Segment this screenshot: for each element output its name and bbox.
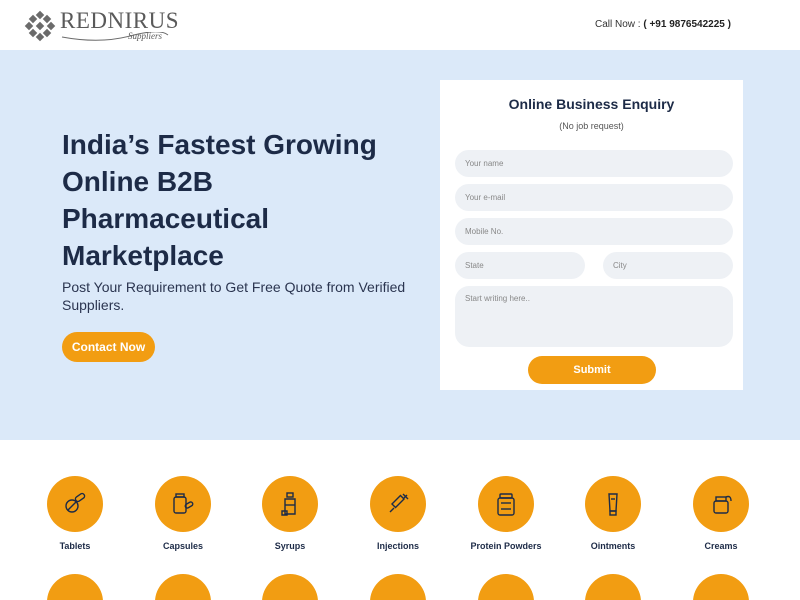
category-icon	[47, 574, 103, 600]
category-capsules[interactable]: Capsules	[143, 476, 223, 551]
contact-now-button[interactable]: Contact Now	[62, 332, 155, 362]
protein-powder-icon	[478, 476, 534, 532]
category-icon	[478, 574, 534, 600]
logo-mark-icon	[24, 10, 56, 42]
call-now[interactable]: Call Now : ( +91 9876542225 )	[595, 19, 731, 30]
hero-title: India’s Fastest Growing Online B2B Pharm…	[62, 129, 377, 271]
syrups-icon	[262, 476, 318, 532]
state-input[interactable]: State	[455, 252, 585, 279]
category-item[interactable]	[681, 574, 761, 600]
enquiry-form: Online Business Enquiry (No job request)…	[440, 80, 743, 390]
hero-subtitle: Post Your Requirement to Get Free Quote …	[62, 279, 406, 313]
mobile-input[interactable]: Mobile No.	[455, 218, 733, 245]
category-item[interactable]	[573, 574, 653, 600]
category-label: Tablets	[59, 541, 91, 551]
injections-icon	[370, 476, 426, 532]
category-item[interactable]	[250, 574, 330, 600]
category-icon	[585, 574, 641, 600]
hero-section: India’s Fastest Growing Online B2B Pharm…	[0, 50, 800, 440]
tablets-icon	[47, 476, 103, 532]
category-label: Syrups	[274, 541, 306, 551]
category-icon	[262, 574, 318, 600]
category-item[interactable]	[358, 574, 438, 600]
category-label: Injections	[376, 541, 419, 551]
category-label: Capsules	[162, 541, 204, 551]
category-tablets[interactable]: Tablets	[35, 476, 115, 551]
category-syrups[interactable]: Syrups	[250, 476, 330, 551]
category-item[interactable]	[143, 574, 223, 600]
city-input[interactable]: City	[603, 252, 733, 279]
submit-button[interactable]: Submit	[528, 356, 656, 384]
form-note: (No job request)	[559, 121, 624, 131]
call-number[interactable]: ( +91 9876542225 )	[643, 19, 731, 30]
logo-subtext: Suppliers	[128, 31, 163, 41]
category-item[interactable]	[466, 574, 546, 600]
category-label: Ointments	[590, 541, 636, 551]
category-item[interactable]	[35, 574, 115, 600]
category-protein-powders[interactable]: Protein Powders	[466, 476, 546, 551]
category-icon	[155, 574, 211, 600]
category-ointments[interactable]: Ointments	[573, 476, 653, 551]
message-textarea[interactable]: Start writing here..	[455, 286, 733, 347]
call-label: Call Now :	[595, 19, 641, 30]
form-title: Online Business Enquiry	[508, 96, 675, 112]
email-input[interactable]: Your e-mail	[455, 184, 733, 211]
site-logo[interactable]: REDNIRUS Suppliers	[24, 8, 184, 44]
category-creams[interactable]: Creams	[681, 476, 761, 551]
category-icon	[693, 574, 749, 600]
site-header: REDNIRUS Suppliers Call Now : ( +91 9876…	[0, 0, 800, 50]
category-injections[interactable]: Injections	[358, 476, 438, 551]
cream-icon	[693, 476, 749, 532]
name-input[interactable]: Your name	[455, 150, 733, 177]
category-label: Protein Powders	[470, 541, 542, 551]
category-icon	[370, 574, 426, 600]
category-label: Creams	[704, 541, 738, 551]
category-section: Tablets Capsules Syrups Injections Prote…	[0, 440, 800, 600]
capsules-icon	[155, 476, 211, 532]
ointment-icon	[585, 476, 641, 532]
